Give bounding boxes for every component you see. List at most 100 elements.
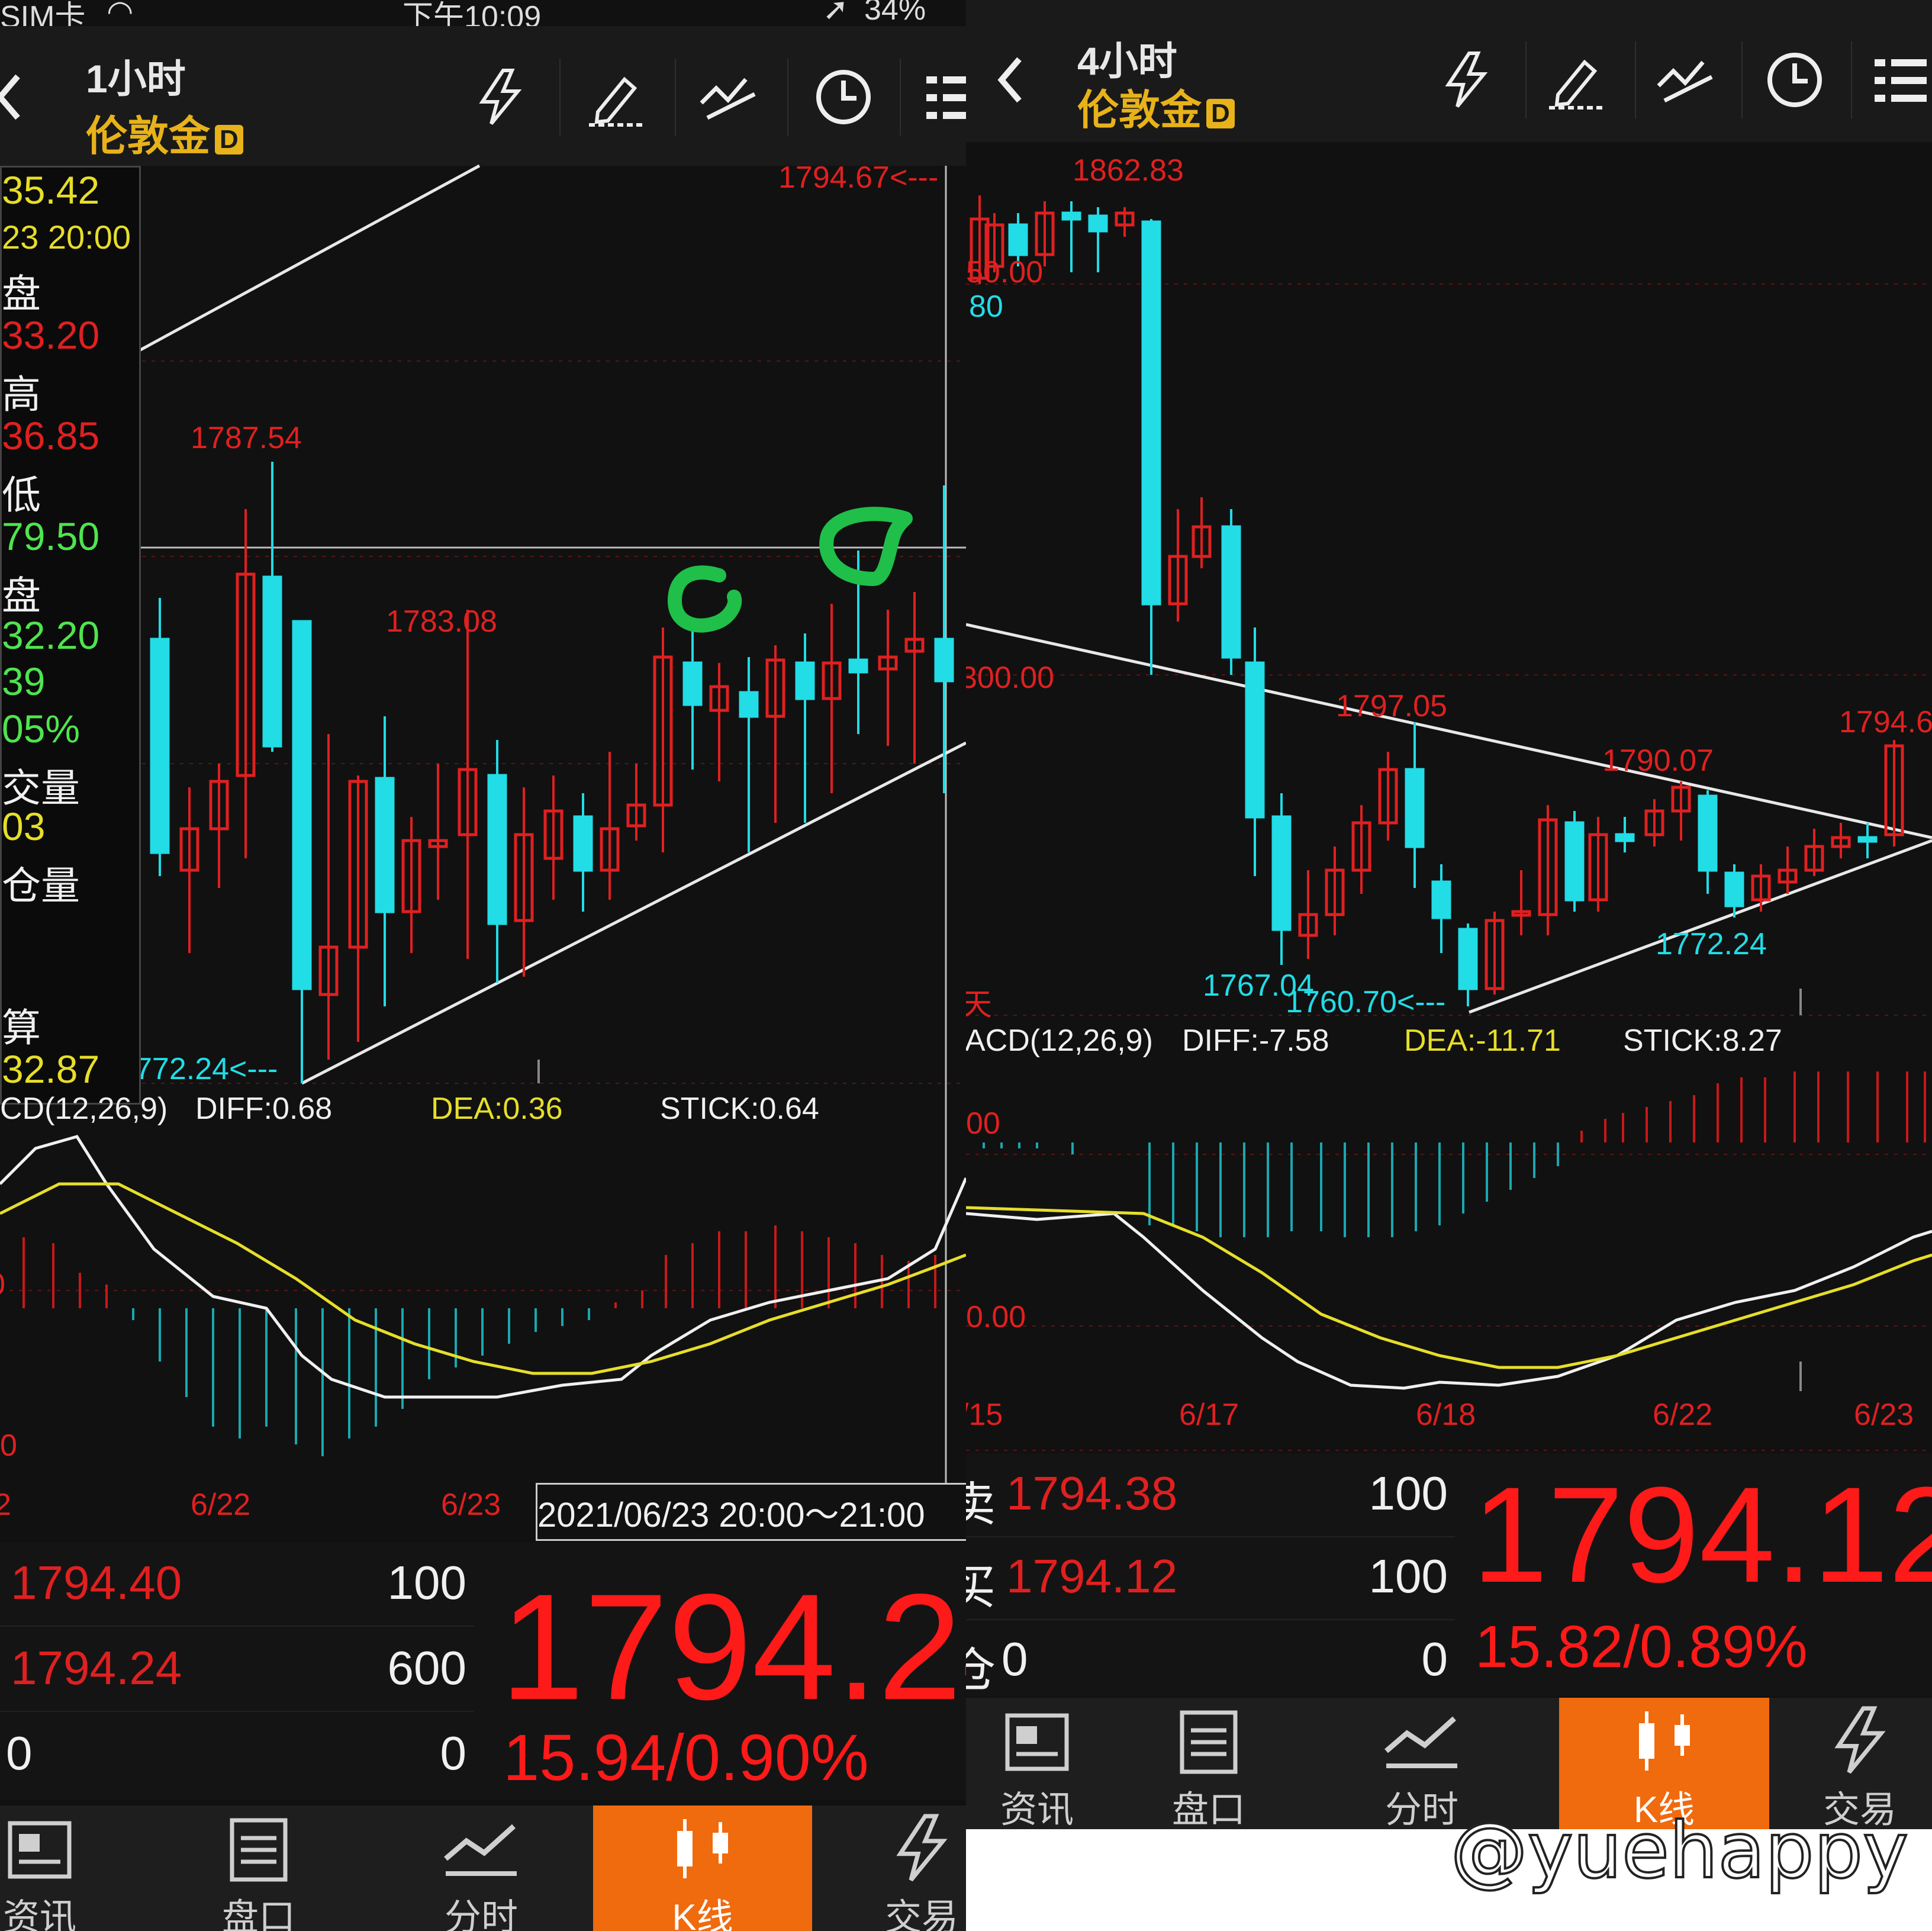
position-value: 0 <box>1002 1633 1028 1685</box>
ask-price: 1794.40 <box>11 1556 182 1609</box>
info-label: 盘 <box>2 272 41 316</box>
orderbook-icon <box>1180 1710 1238 1774</box>
date-label: 6/22 <box>191 1488 251 1522</box>
last-price: 1794.12 <box>1472 1459 1932 1611</box>
macd-diff: DIFF:0.68 <box>195 1092 333 1126</box>
candle-body <box>934 638 954 683</box>
info-label: 算 <box>2 1006 41 1050</box>
info-value: 79.50 <box>2 514 100 558</box>
peak-label: 1783.08 <box>386 604 497 639</box>
candle-body <box>1431 880 1451 919</box>
nav-label: 盘口 <box>1171 1790 1245 1829</box>
candle-body <box>150 638 170 854</box>
candlestick-icon <box>677 1819 728 1878</box>
nav-label: 资讯 <box>2 1897 76 1931</box>
intraday-icon <box>444 1824 517 1876</box>
watermark: @yuehappy <box>1450 1804 1910 1897</box>
peak-label: 1790.07 <box>1602 744 1714 778</box>
macd-stick: STICK:0.64 <box>660 1092 819 1126</box>
nav-label: K线 <box>672 1897 733 1931</box>
bid-volume: 100 <box>1368 1550 1448 1602</box>
macd-name: CD(12,26,9) <box>0 1092 168 1126</box>
date-label: 6/18 <box>1416 1398 1476 1432</box>
info-value: 35.42 <box>2 168 100 212</box>
nav-intraday[interactable]: 分时 <box>400 1806 562 1931</box>
candlestick-chart[interactable] <box>966 0 1932 1539</box>
ask-volume: 100 <box>387 1556 466 1609</box>
info-value: 32.87 <box>2 1047 100 1091</box>
position-volume: 0 <box>440 1727 467 1779</box>
macd-axis-label: 0.00 <box>966 1300 1026 1334</box>
macd-axis-label: 0 <box>0 1428 17 1463</box>
candlestick-icon <box>1638 1711 1690 1771</box>
candle-body <box>1564 821 1585 902</box>
nav-trade[interactable]: 交易 <box>841 1806 966 1931</box>
grid-lines <box>0 361 966 1291</box>
news-icon <box>8 1821 72 1879</box>
trend-line-lower <box>301 741 966 1085</box>
bid-label: 买 <box>966 1561 996 1614</box>
candle-body <box>487 774 507 925</box>
date-label: 6/22 <box>1653 1398 1713 1432</box>
candle-body <box>1405 768 1425 848</box>
candlestick-chart[interactable] <box>0 0 966 1539</box>
candle-body <box>375 777 395 913</box>
macd-name: ACD(12,26,9) <box>966 1024 1153 1058</box>
price-change: 15.82/0.89% <box>1475 1614 1808 1680</box>
trend-line-upper <box>135 164 481 354</box>
low-marker-label: 772.24<--- <box>135 1052 278 1086</box>
nav-kline[interactable]: K线 <box>593 1806 812 1931</box>
nav-news[interactable]: 资讯 <box>966 1698 1108 1829</box>
ask-row[interactable]: 1794.40 100 <box>0 1543 474 1627</box>
position-row: 仓 0 0 <box>966 1619 1455 1702</box>
date-label: 6/23 <box>1854 1398 1914 1432</box>
axis-label: 80 <box>969 289 1003 324</box>
candle-body <box>1245 661 1265 819</box>
candles-group <box>970 195 1904 1006</box>
right-chart-screen: 4小时 伦敦金 D 1862.83 50.00 80 300.00 1797.05… <box>966 0 1932 1829</box>
position-label: 仓 <box>966 1644 996 1697</box>
info-value: 33.20 <box>2 313 100 357</box>
candle-body <box>1615 833 1635 842</box>
nav-label: 分时 <box>444 1897 518 1931</box>
info-time: 23 20:00 <box>2 218 131 256</box>
trend-line-upper <box>966 623 1932 839</box>
ask-row[interactable]: 卖 1794.38 100 <box>966 1453 1455 1537</box>
macd-diff: DIFF:-7.58 <box>1182 1024 1329 1058</box>
bid-row[interactable]: 1794.24 600 <box>0 1628 474 1712</box>
candle-body <box>1008 223 1028 256</box>
low-marker-label: 1760.70<--- <box>1286 985 1446 1019</box>
crosshair-time-range: 2021/06/23 20:00～21:00 <box>536 1483 966 1541</box>
macd-axis-label: 0 <box>0 1267 5 1302</box>
bid-price: 1794.24 <box>11 1642 182 1694</box>
intraday-icon <box>1384 1716 1457 1768</box>
candle-body <box>795 661 815 700</box>
high-marker-label: 1794.67<--- <box>778 160 939 195</box>
info-value: 03 <box>2 804 46 848</box>
nav-orderbook[interactable]: 盘口 <box>178 1806 340 1931</box>
nav-news[interactable]: 资讯 <box>0 1806 121 1931</box>
peak-label: 1787.54 <box>191 421 302 455</box>
candle-body <box>573 815 593 872</box>
macd-dea: DEA:0.36 <box>431 1092 563 1126</box>
volume-label: 天 <box>966 988 993 1022</box>
bottom-nav: 资讯 盘口 分时 K线 交易 <box>0 1806 966 1931</box>
quote-panel: 1794.40 100 1794.24 600 0 0 1794.24 15.9… <box>0 1543 966 1800</box>
candle-body <box>1724 871 1744 907</box>
candle-body <box>262 575 282 748</box>
info-value: 05% <box>2 707 80 751</box>
axis-label: 300.00 <box>966 661 1055 695</box>
low-label: 1772.24 <box>1656 927 1767 961</box>
news-icon <box>1005 1713 1069 1771</box>
bid-row[interactable]: 买 1794.12 100 <box>966 1536 1455 1620</box>
orderbook-icon <box>230 1818 288 1882</box>
nav-orderbook[interactable]: 盘口 <box>1138 1698 1280 1829</box>
date-label: /15 <box>966 1398 1003 1432</box>
crosshair-info-panel: 35.42 23 20:00 盘 33.20 高 36.85 低 79.50 盘… <box>0 166 141 1105</box>
info-label: 仓量 <box>2 864 80 907</box>
candle-body <box>1061 211 1081 221</box>
ask-price: 1794.38 <box>1006 1467 1178 1520</box>
candle-body <box>1221 525 1241 659</box>
trade-icon <box>1834 1706 1886 1774</box>
nav-label: 交易 <box>884 1897 958 1931</box>
